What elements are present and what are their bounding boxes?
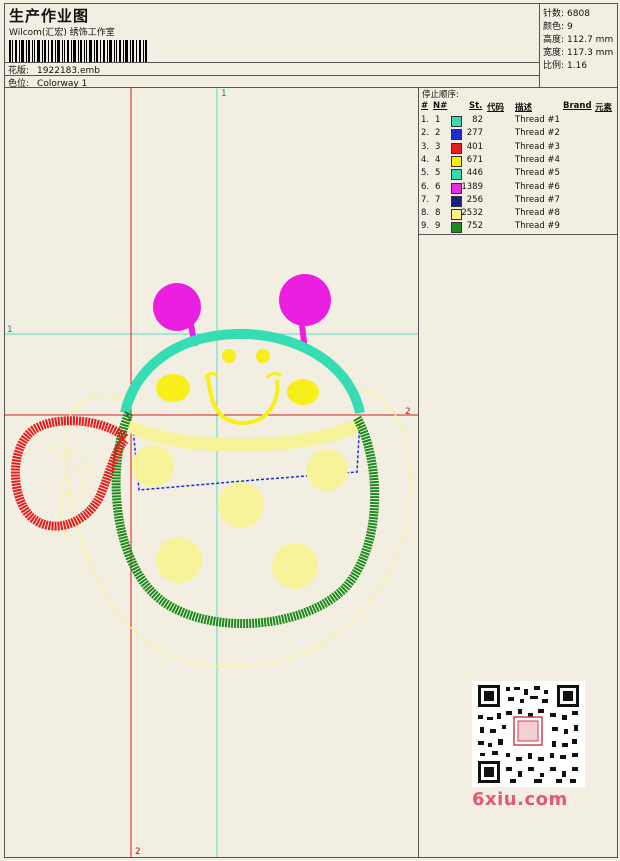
guide-label-top: 1 xyxy=(221,89,227,99)
wing-red-loop xyxy=(11,416,129,531)
stat-stitches: 针数: 6808 xyxy=(543,9,590,19)
thread-stitch-count: 82 xyxy=(472,115,483,125)
thread-number: 2 xyxy=(435,128,441,139)
spot-5 xyxy=(272,543,318,589)
thread-row[interactable]: 7. 7 256 Thread #7 xyxy=(421,195,615,208)
smile-corner-right xyxy=(265,371,282,379)
thread-stitch-count: 2532 xyxy=(461,208,483,219)
spot-3 xyxy=(218,482,264,528)
guide-label-right: 2 xyxy=(405,407,411,417)
page-title: 生产作业图 xyxy=(9,7,90,25)
header-panel: 生产作业图 Wilcom(汇宏) 绣饰工作室 花版: 1922183.emb 色位… xyxy=(5,4,540,89)
thread-number: 5 xyxy=(435,168,441,179)
cheek-left xyxy=(156,374,190,402)
thread-description: Thread #1 xyxy=(515,115,560,125)
cheek-right xyxy=(287,379,319,405)
spot-4 xyxy=(156,537,202,583)
stat-width: 宽度: 117.3 mm xyxy=(543,48,614,58)
thread-stitch-count: 671 xyxy=(466,154,483,165)
thread-number: 8 xyxy=(435,208,441,219)
thread-row[interactable]: 2. 2 277 Thread #2 xyxy=(421,128,615,141)
thread-index: 3. xyxy=(421,141,430,152)
guide-label-left: 1 xyxy=(7,325,13,335)
thread-row[interactable]: 1. 1 82 Thread #1 xyxy=(421,115,615,128)
thread-stop-panel: 停止顺序: # N# St. 代码 描述 Brand 元素 1. 1 82 Threa… xyxy=(419,88,617,235)
stat-height: 高度: 112.7 mm xyxy=(543,35,614,45)
thread-number: 7 xyxy=(435,194,441,205)
thread-number: 6 xyxy=(435,181,441,192)
thread-description: Thread #7 xyxy=(515,194,560,205)
thread-number: 3 xyxy=(435,141,441,152)
guide-label-bottom: 2 xyxy=(135,847,141,857)
design-canvas[interactable]: 1 1 2 2 xyxy=(5,88,419,857)
thread-row[interactable]: 4. 4 671 Thread #4 xyxy=(421,155,615,168)
stats-panel: 针数: 6808 颜色: 9 高度: 112.7 mm 宽度: 117.3 mm 比例:… xyxy=(540,4,617,88)
antenna-ball-left xyxy=(153,283,201,331)
thread-description: Thread #2 xyxy=(515,128,560,139)
thread-index: 8. xyxy=(421,208,430,219)
thread-description: Thread #8 xyxy=(515,208,560,219)
studio-name: Wilcom(汇宏) 绣饰工作室 xyxy=(9,28,115,38)
embroidery-design: 1 1 2 2 xyxy=(5,88,418,857)
thread-description: Thread #3 xyxy=(515,141,560,152)
stat-scale: 比例: 1.16 xyxy=(543,61,588,71)
thread-description: Thread #4 xyxy=(515,154,560,165)
thread-stitch-count: 277 xyxy=(466,128,483,139)
thread-stitch-count: 446 xyxy=(466,168,483,179)
thread-stitch-count: 1389 xyxy=(461,181,483,192)
thread-row[interactable]: 9. 9 752 Thread #9 xyxy=(421,221,615,234)
smile-corner-left xyxy=(203,371,219,379)
thread-stitch-count: 752 xyxy=(466,221,483,232)
spot-1 xyxy=(132,445,174,487)
thread-index: 9. xyxy=(421,221,430,232)
thread-row[interactable]: 6. 6 1389 Thread #6 xyxy=(421,182,615,195)
thread-description: Thread #6 xyxy=(515,181,560,192)
spot-2 xyxy=(306,449,348,491)
stop-sequence-title: 停止顺序: xyxy=(422,90,459,100)
qr-code[interactable] xyxy=(472,681,585,787)
thread-row[interactable]: 5. 5 446 Thread #5 xyxy=(421,168,615,181)
thread-table-header: # N# St. 代码 描述 Brand 元素 xyxy=(421,101,613,113)
thread-stitch-count: 256 xyxy=(466,194,483,205)
thread-index: 2. xyxy=(421,128,430,139)
thread-index: 1. xyxy=(421,115,430,125)
thread-number: 1 xyxy=(435,115,441,125)
thread-description: Thread #9 xyxy=(515,221,560,232)
stat-colors: 颜色: 9 xyxy=(543,22,573,32)
watermark-logo[interactable]: 6xiu.com xyxy=(472,789,568,810)
smile xyxy=(206,375,280,426)
eye-right xyxy=(256,349,270,363)
thread-row[interactable]: 3. 3 401 Thread #3 xyxy=(421,142,615,155)
thread-number: 4 xyxy=(435,154,441,165)
thread-stitch-count: 401 xyxy=(466,141,483,152)
head-cyan-arc xyxy=(120,328,365,415)
thread-index: 6. xyxy=(421,181,430,192)
barcode xyxy=(9,40,147,62)
thread-index: 7. xyxy=(421,194,430,205)
thread-index: 4. xyxy=(421,154,430,165)
eye-left xyxy=(222,349,236,363)
thread-row[interactable]: 8. 8 2532 Thread #8 xyxy=(421,208,615,221)
antenna-ball-right xyxy=(279,274,331,326)
thread-index: 5. xyxy=(421,168,430,179)
thread-description: Thread #5 xyxy=(515,168,560,179)
thread-number: 9 xyxy=(435,221,441,232)
